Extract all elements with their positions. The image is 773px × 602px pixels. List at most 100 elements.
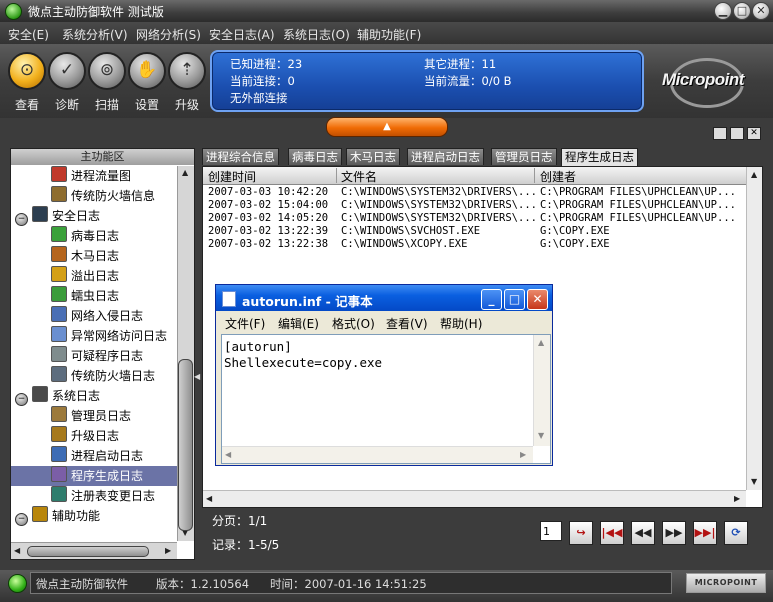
table-row[interactable]: 2007-03-03 10:42:20 C:\WINDOWS\SYSTEM32\D… [203,186,746,199]
tree-item[interactable]: − 辅助功能 [11,506,177,526]
table-row[interactable]: 2007-03-02 13:22:38 C:\WINDOWS\XCOPY.EXE G… [203,238,746,251]
scroll-right-icon[interactable]: ▶ [165,546,171,555]
tree-item[interactable]: 进程流量图 [11,166,177,186]
tree-item[interactable]: 溢出日志 [11,266,177,286]
left-hscroll-thumb[interactable] [27,546,149,557]
next-page-button[interactable]: ▶▶ [662,521,686,545]
upgrade-button[interactable]: ⇡ 升级 [166,52,208,113]
tree-item-label: 异常网络访问日志 [71,329,168,343]
last-page-button[interactable]: ▶▶| [693,521,717,545]
menu-security[interactable]: 安全(E) [8,26,49,43]
tree-item[interactable]: 木马日志 [11,246,177,266]
notepad-menu-view[interactable]: 查看(V) [386,315,428,332]
notepad-minimize-button[interactable]: _ [481,289,502,310]
notepad-vertical-scrollbar[interactable]: ▲ ▼ [533,335,550,446]
menu-security-log[interactable]: 安全日志(A) [209,26,275,43]
upgrade-label: 升级 [174,98,199,112]
tree-item[interactable]: 程序生成日志 [11,466,177,486]
column-creator[interactable]: 创建者 [540,168,576,185]
menu-system-log[interactable]: 系统日志(O) [283,26,350,43]
tab-process-info[interactable]: 进程综合信息 [202,148,279,165]
tree-item[interactable]: 病毒日志 [11,226,177,246]
column-created-time[interactable]: 创建时间 [208,168,256,185]
tree-item[interactable]: 可疑程序日志 [11,346,177,366]
collapse-handle[interactable]: ▲ [326,117,448,137]
view-button[interactable]: ⊙ 查看 [6,52,48,113]
tree-item[interactable]: 异常网络访问日志 [11,326,177,346]
log-icon [32,206,48,222]
tab-virus-log[interactable]: 病毒日志 [288,148,342,165]
notepad-scroll-up-icon[interactable]: ▲ [538,338,544,347]
table-row[interactable]: 2007-03-02 13:22:39 C:\WINDOWS\SVCHOST.EX… [203,225,746,238]
expand-toggle-icon[interactable]: − [15,393,28,406]
tree-item[interactable]: − 系统日志 [11,386,177,406]
notepad-menu-help[interactable]: 帮助(H) [440,315,482,332]
tree-item[interactable]: 升级日志 [11,426,177,446]
notepad-title-bar[interactable]: autorun.inf - 记事本 _ □ ✕ [216,285,552,311]
tab-trojan-log[interactable]: 木马日志 [346,148,400,165]
table-scroll-up-icon[interactable]: ▲ [751,170,757,179]
diagnose-button[interactable]: ✓ 诊断 [46,52,88,113]
notepad-content: [autorun] Shellexecute=copy.exe [224,339,382,371]
magnifier-icon: ⊙ [8,52,46,90]
tree-item[interactable]: 蠕虫日志 [11,286,177,306]
tree-item-label: 传统防火墙信息 [71,189,156,203]
restore-icon[interactable] [730,127,744,140]
table-cell: 2007-03-02 13:22:39 [208,225,329,237]
notepad-scroll-left-icon[interactable]: ◀ [225,450,231,459]
notepad-menu-format[interactable]: 格式(O) [332,315,375,332]
tree-item[interactable]: 网络入侵日志 [11,306,177,326]
right-horizontal-scrollbar[interactable]: ◀ ▶ [203,490,746,507]
notepad-scroll-right-icon[interactable]: ▶ [520,450,526,459]
right-vertical-scrollbar[interactable]: ▲ ▼ [746,167,762,490]
notepad-horizontal-scrollbar[interactable]: ◀ ▶ [222,446,533,463]
tree-item[interactable]: 注册表变更日志 [11,486,177,506]
column-file-name[interactable]: 文件名 [341,168,377,185]
notepad-menu-edit[interactable]: 编辑(E) [278,315,319,332]
page-number-input[interactable]: 1 [540,521,562,541]
notepad-menu-file[interactable]: 文件(F) [225,315,265,332]
tree-item[interactable]: 传统防火墙日志 [11,366,177,386]
minimize-button[interactable]: ▁ [714,2,732,20]
tree-item[interactable]: − 安全日志 [11,206,177,226]
tree-item[interactable]: 进程启动日志 [11,446,177,466]
tab-program-gen-log[interactable]: 程序生成日志 [561,148,638,166]
tab-process-start-log[interactable]: 进程启动日志 [407,148,484,165]
prev-page-button[interactable]: ◀◀ [631,521,655,545]
notepad-close-button[interactable]: ✕ [527,289,548,310]
table-scroll-right-icon[interactable]: ▶ [734,494,740,503]
refresh-button[interactable]: ⟳ [724,521,748,545]
expand-toggle-icon[interactable]: − [15,213,28,226]
left-horizontal-scrollbar[interactable]: ◀ ▶ [11,542,177,559]
table-row[interactable]: 2007-03-02 14:05:20 C:\WINDOWS\SYSTEM32\D… [203,212,746,225]
notepad-scroll-down-icon[interactable]: ▼ [538,431,544,440]
goto-page-button[interactable]: ↪ [569,521,593,545]
notepad-window[interactable]: autorun.inf - 记事本 _ □ ✕ 文件(F) 编辑(E) 格式(O… [215,284,553,466]
menu-aux-functions[interactable]: 辅助功能(F) [357,26,421,43]
scroll-left-icon[interactable]: ◀ [14,546,20,555]
close-button[interactable]: ✕ [752,2,770,20]
tree-item[interactable]: 传统防火墙信息 [11,186,177,206]
close-panel-icon[interactable]: ✕ [747,127,761,140]
table-scroll-left-icon[interactable]: ◀ [206,494,212,503]
notepad-text-area[interactable]: [autorun] Shellexecute=copy.exe ▲ ▼ ◀ ▶ [221,334,551,464]
table-row[interactable]: 2007-03-02 15:04:00 C:\WINDOWS\SYSTEM32\D… [203,199,746,212]
expand-toggle-icon[interactable]: − [15,513,28,526]
menu-system-analysis[interactable]: 系统分析(V) [62,26,128,43]
table-cell: C:\WINDOWS\SYSTEM32\DRIVERS\... [341,199,537,211]
table-scroll-down-icon[interactable]: ▼ [751,477,757,486]
left-scroll-thumb[interactable] [178,359,193,531]
menu-network-analysis[interactable]: 网络分析(S) [136,26,201,43]
menu-bar: 安全(E) 系统分析(V) 网络分析(S) 安全日志(A) 系统日志(O) 辅助… [0,22,773,44]
tab-admin-log[interactable]: 管理员日志 [491,148,557,165]
notepad-icon [222,291,236,307]
notepad-maximize-button[interactable]: □ [504,289,525,310]
tile-icon[interactable] [713,127,727,140]
scroll-up-icon[interactable]: ▲ [182,168,188,177]
splitter-arrow-icon[interactable]: ◀ [194,372,200,381]
first-page-button[interactable]: |◀◀ [600,521,624,545]
scan-button[interactable]: ⊚ 扫描 [86,52,128,113]
tree-item[interactable]: 管理员日志 [11,406,177,426]
settings-button[interactable]: ✋ 设置 [126,52,168,113]
maximize-button[interactable]: □ [733,2,751,20]
